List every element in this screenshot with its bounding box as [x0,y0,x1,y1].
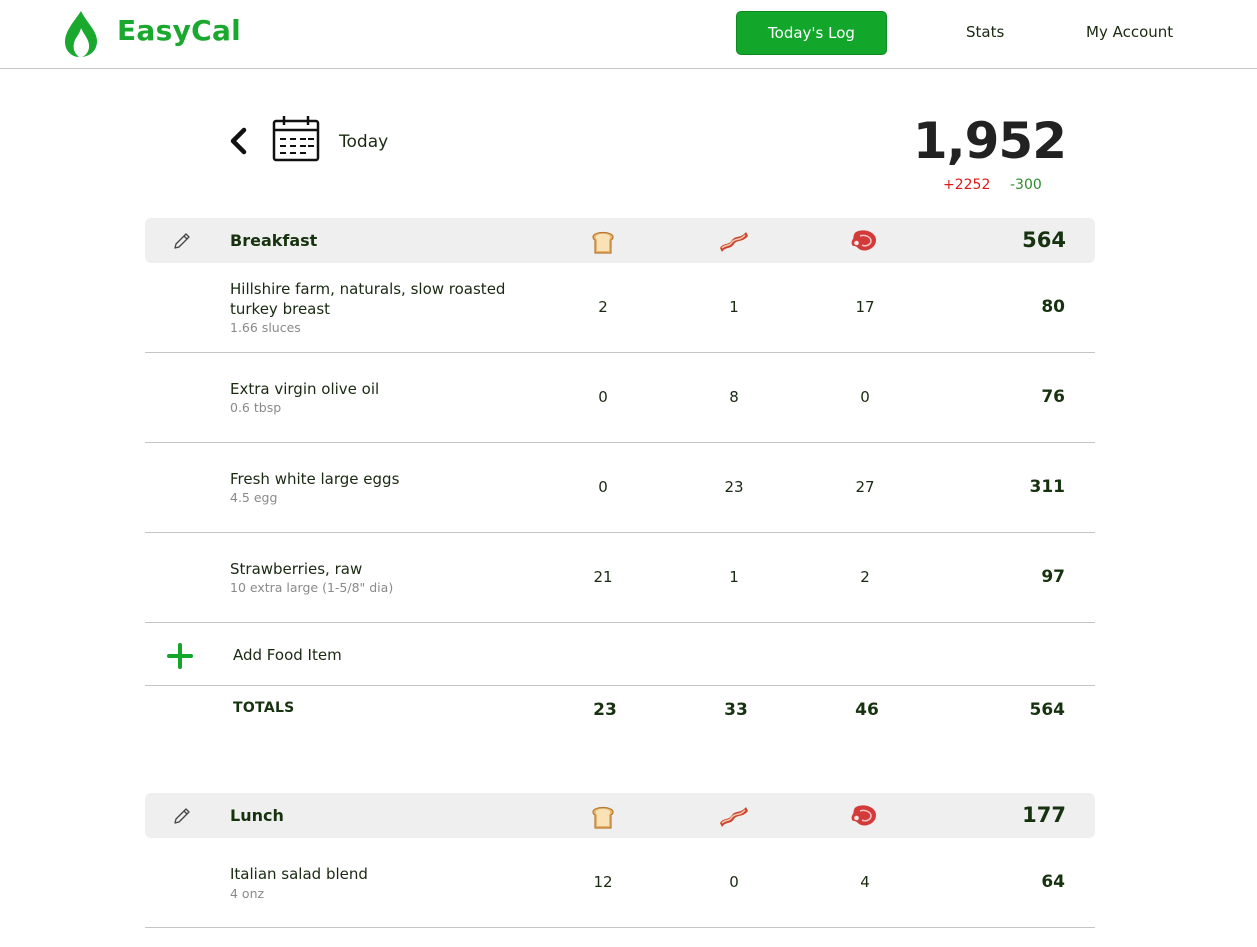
top-navbar: EasyCal Today's Log Stats My Account [0,0,1257,69]
stats-link[interactable]: Stats [966,23,1004,41]
add-food-item-button[interactable]: Add Food Item [145,623,1095,686]
meal-calorie-total: 177 [1022,803,1066,827]
food-name: Strawberries, raw [230,560,363,578]
food-name: Italian salad blend [230,865,368,883]
protein-value: 17 [855,298,875,316]
carbs-value: 2 [598,298,608,316]
food-row[interactable]: Hillshire farm, naturals, slow roasted t… [145,263,1095,353]
calories-value: 97 [1041,567,1065,587]
food-serving: 10 extra large (1-5/8" dia) [230,580,394,595]
total-protein: 46 [855,700,879,720]
calories-value: 311 [1029,477,1066,497]
fat-value: 1 [729,568,739,586]
pencil-edit-icon[interactable] [172,806,192,826]
meal-name: Lunch [230,806,284,825]
food-serving: 4.5 egg [230,490,278,505]
calendar-icon[interactable] [271,115,321,163]
food-name: Extra virgin olive oil [230,380,380,398]
carbs-value: 12 [593,873,613,891]
date-label: Today [339,132,389,152]
meat-icon [851,230,876,251]
food-row[interactable]: Italian salad blend 4 onz 12 0 4 64 [145,838,1095,928]
meal-header-lunch: Lunch 177 [145,793,1095,838]
food-name: Hillshire farm, naturals, slow roasted t… [230,280,506,318]
totals-label: TOTALS [233,700,295,716]
carbs-value: 0 [598,478,608,496]
my-account-link[interactable]: My Account [1086,23,1173,41]
meal-calorie-total: 564 [1022,228,1066,252]
carbs-value: 21 [593,568,613,586]
food-row[interactable]: Strawberries, raw 10 extra large (1-5/8"… [145,533,1095,623]
food-name: Fresh white large eggs [230,470,400,488]
bacon-icon [720,232,748,252]
fat-value: 1 [729,298,739,316]
daily-calorie-total: 1,952 [912,112,1067,170]
total-calories: 564 [1029,700,1066,720]
meal-header-breakfast: Breakfast 564 [145,218,1095,263]
fat-value: 8 [729,388,739,406]
food-serving: 4 onz [230,886,265,901]
calories-burned: -300 [1010,177,1042,193]
bread-icon [592,806,614,829]
protein-value: 2 [860,568,870,586]
food-row[interactable]: Extra virgin olive oil 0.6 tbsp 0 8 0 76 [145,353,1095,443]
total-carbs: 23 [593,700,617,720]
meal-name: Breakfast [230,231,318,250]
protein-value: 4 [860,873,870,891]
food-row[interactable]: Fresh white large eggs 4.5 egg 0 23 27 3… [145,443,1095,533]
todays-log-button[interactable]: Today's Log [736,11,887,55]
meat-icon [851,805,876,826]
fat-value: 0 [729,873,739,891]
food-serving: 0.6 tbsp [230,400,282,415]
calories-value: 76 [1041,387,1065,407]
add-food-item-label: Add Food Item [233,646,342,664]
brand-name[interactable]: EasyCal [117,14,241,47]
plus-icon[interactable] [167,643,193,669]
flame-logo-icon[interactable] [63,9,99,59]
pencil-edit-icon[interactable] [172,231,192,251]
bacon-icon [720,807,748,827]
bread-icon [592,231,614,254]
protein-value: 27 [855,478,875,496]
fat-value: 23 [724,478,744,496]
chevron-left-icon[interactable] [226,125,250,157]
carbs-value: 0 [598,388,608,406]
calories-value: 80 [1041,297,1065,317]
meal-totals-row: TOTALS 23 33 46 564 [145,686,1095,736]
food-serving: 1.66 sluces [230,320,301,335]
total-fat: 33 [724,700,748,720]
calories-value: 64 [1041,872,1065,892]
calories-added: +2252 [943,177,991,193]
protein-value: 0 [860,388,870,406]
